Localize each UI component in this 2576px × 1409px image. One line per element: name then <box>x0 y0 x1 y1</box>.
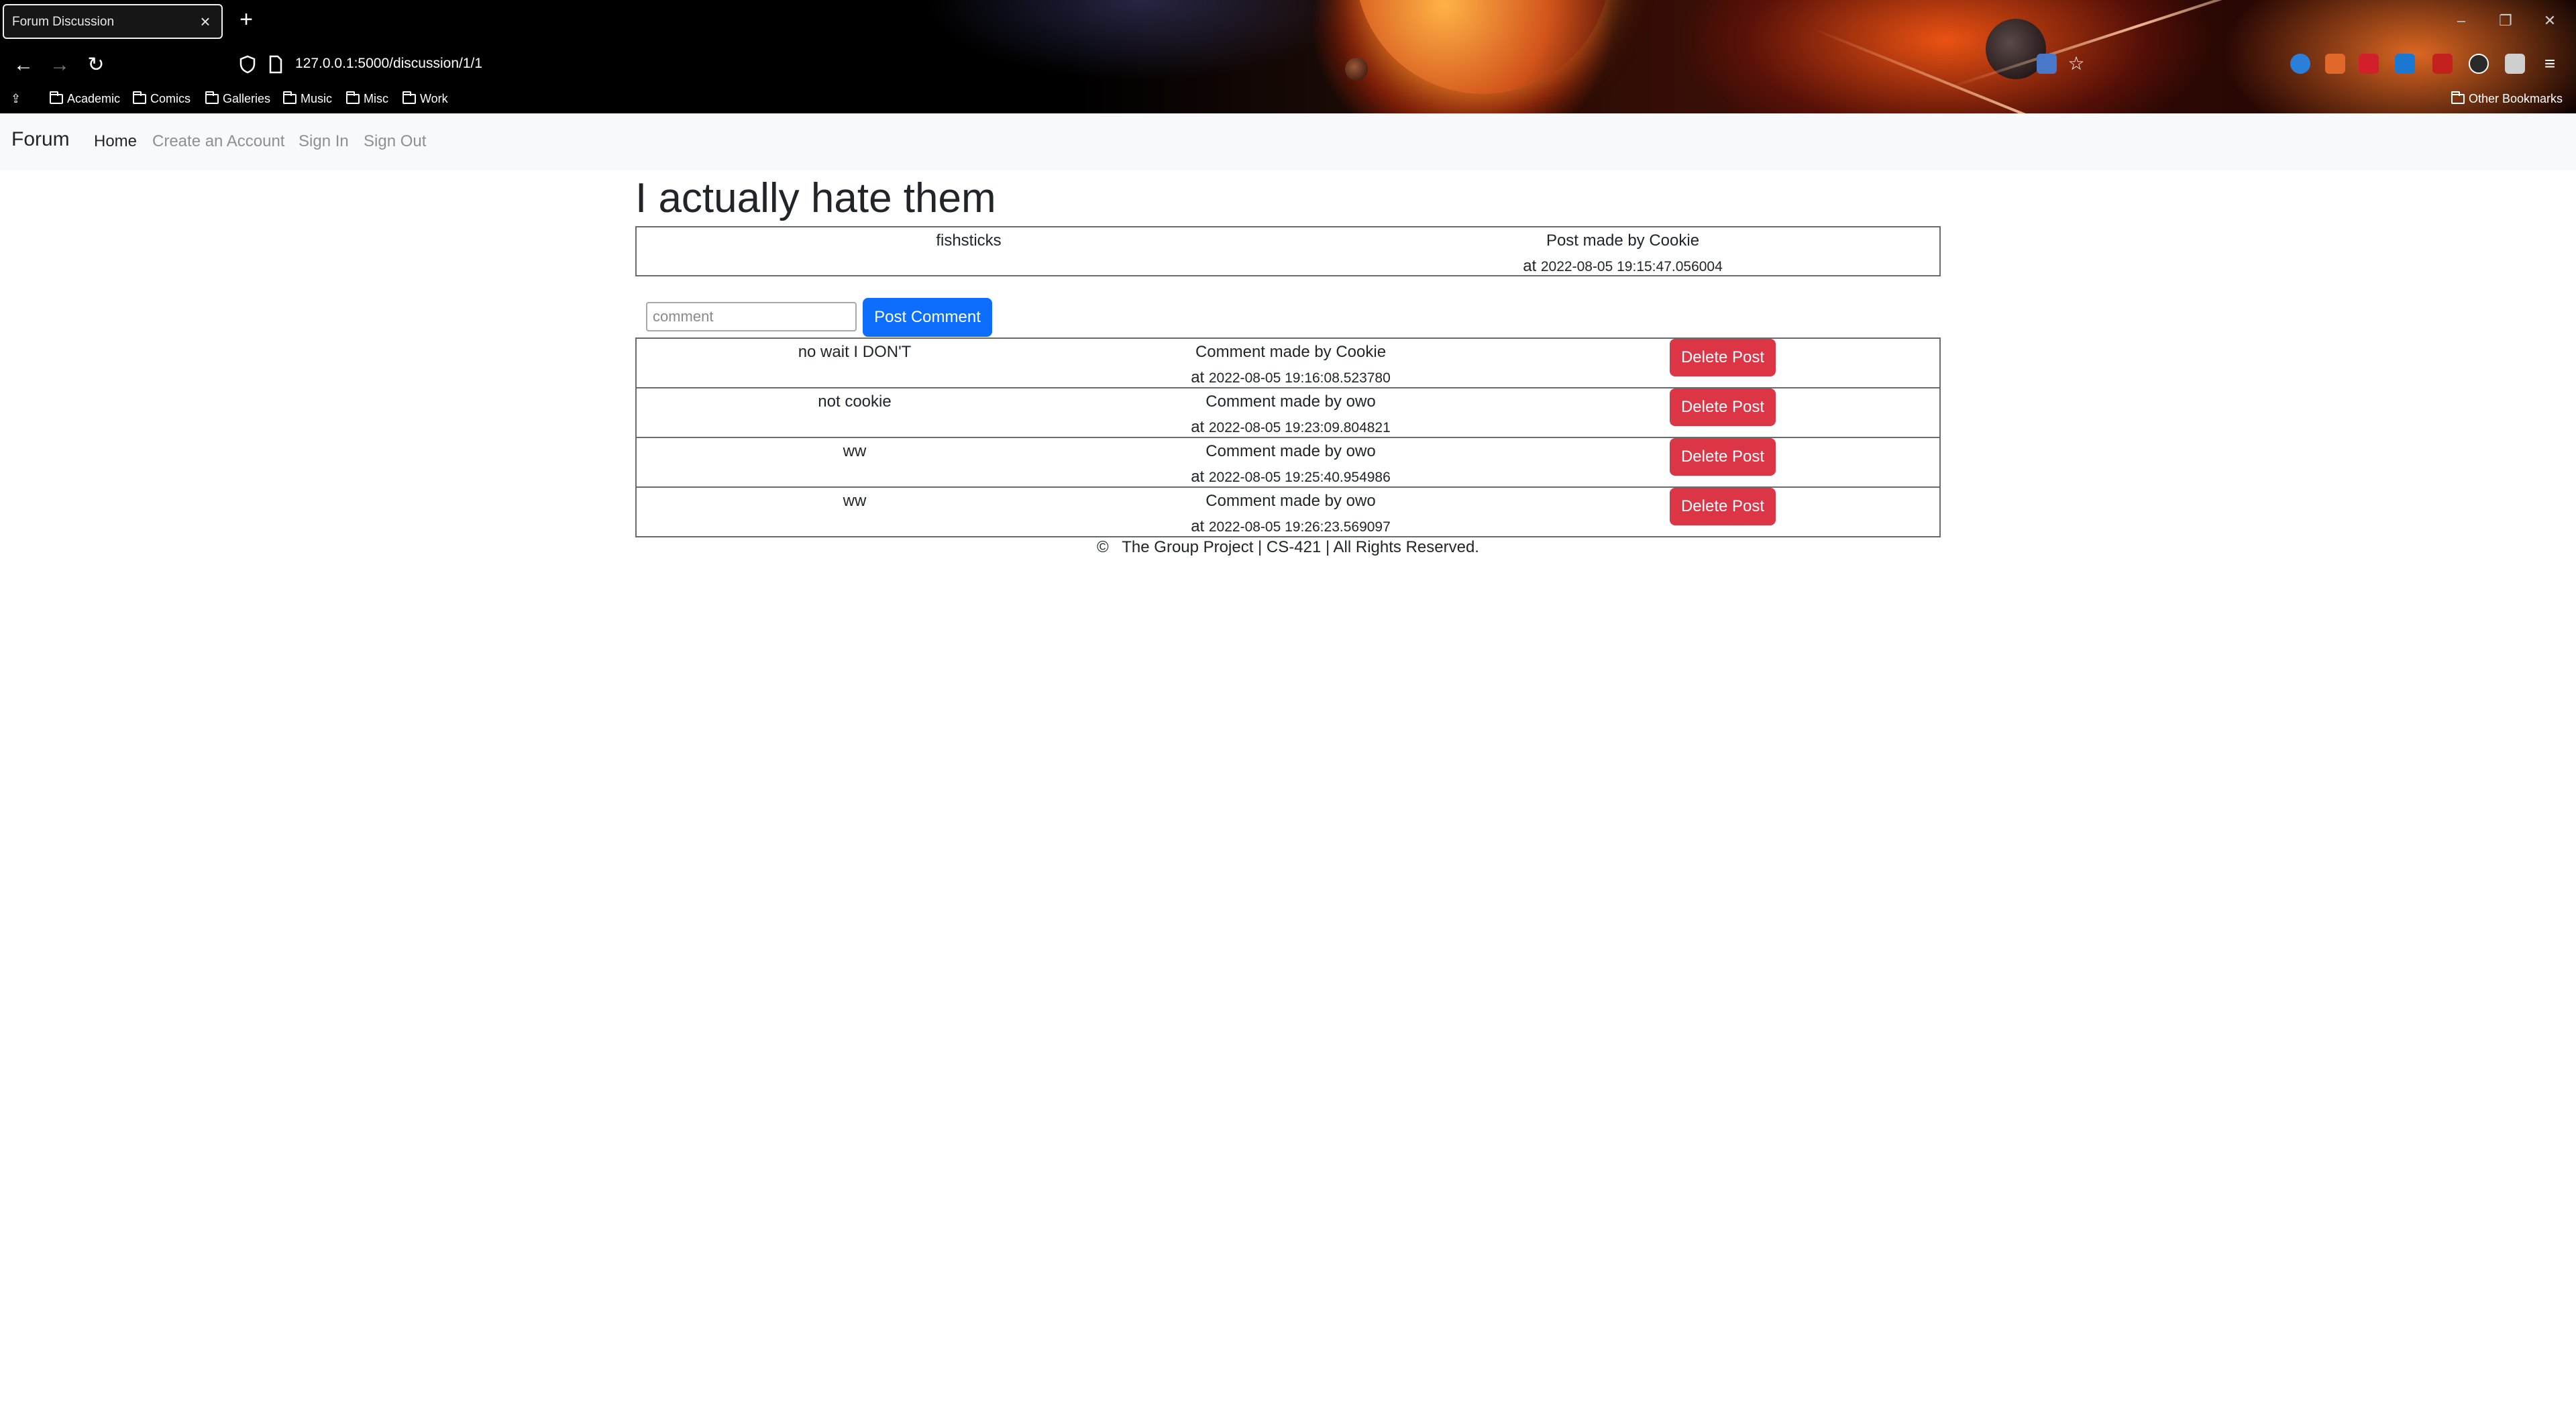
post-author: Post made by Cookie <box>1546 231 1700 250</box>
comment-input[interactable] <box>646 302 857 331</box>
tab-title: Forum Discussion <box>12 15 115 29</box>
comment-meta: Comment made by owo at 2022-08-05 19:25:… <box>1191 442 1391 486</box>
comment-timestamp: 2022-08-05 19:23:09.804821 <box>1208 420 1391 435</box>
extension-icon[interactable] <box>2395 54 2415 74</box>
extension-icon[interactable] <box>2432 54 2453 74</box>
comment-author: Comment made by owo <box>1205 492 1376 510</box>
minimize-window-icon[interactable]: – <box>2451 11 2471 31</box>
nav-link-create-account[interactable]: Create an Account <box>152 132 284 151</box>
comment-meta: Comment made by owo at 2022-08-05 19:26:… <box>1191 492 1391 535</box>
extension-icon[interactable] <box>2325 54 2345 74</box>
close-window-icon[interactable]: ✕ <box>2540 11 2560 31</box>
folder-icon <box>50 91 63 104</box>
nav-link-sign-in[interactable]: Sign In <box>299 132 349 151</box>
folder-icon <box>2451 91 2465 104</box>
comment-author: Comment made by owo <box>1205 442 1376 460</box>
bookmark-star-icon[interactable]: ☆ <box>2066 54 2086 74</box>
comment-meta: Comment made by Cookie at 2022-08-05 19:… <box>1191 343 1391 386</box>
page-info-icon[interactable] <box>268 55 283 74</box>
comment-timestamp: 2022-08-05 19:16:08.523780 <box>1208 370 1391 386</box>
folder-icon <box>283 91 297 104</box>
bookmark-folder-music[interactable]: Music <box>283 89 332 109</box>
tracking-shield-icon[interactable] <box>239 55 256 74</box>
comment-author: Comment made by Cookie <box>1195 343 1387 361</box>
bookmark-folder-comics[interactable]: Comics <box>133 89 191 109</box>
folder-icon <box>402 91 416 104</box>
bookmark-folder-galleries[interactable]: Galleries <box>205 89 270 109</box>
nav-link-sign-out[interactable]: Sign Out <box>364 132 426 151</box>
browser-chrome: Forum Discussion × + – ❐ ✕ ← → ↻ 127.0.0… <box>0 0 2576 113</box>
back-arrow-icon[interactable]: ← <box>12 54 35 76</box>
delete-post-button[interactable]: Delete Post <box>1670 388 1776 426</box>
post-timestamp-line: at 2022-08-05 19:15:47.056004 <box>1523 257 1723 275</box>
new-tab-button[interactable]: + <box>236 8 256 31</box>
address-bar-url[interactable]: 127.0.0.1:5000/discussion/1/1 <box>295 56 482 72</box>
folder-icon <box>346 91 360 104</box>
comment-row: ww Comment made by owo at 2022-08-05 19:… <box>635 437 1941 488</box>
extension-icon[interactable] <box>2359 54 2379 74</box>
navbar-brand[interactable]: Forum <box>11 128 70 151</box>
browser-tab-forum-discussion[interactable]: Forum Discussion × <box>3 4 223 39</box>
comment-row: no wait I DON'T Comment made by Cookie a… <box>635 337 1941 388</box>
comment-row: ww Comment made by owo at 2022-08-05 19:… <box>635 486 1941 537</box>
import-bookmarks-icon[interactable]: ⇪ <box>11 89 21 109</box>
delete-post-button[interactable]: Delete Post <box>1670 438 1776 476</box>
extension-icon[interactable] <box>2290 54 2310 74</box>
post-comment-button[interactable]: Post Comment <box>863 298 992 337</box>
delete-post-button[interactable]: Delete Post <box>1670 339 1776 376</box>
comment-meta: Comment made by owo at 2022-08-05 19:23:… <box>1191 393 1391 436</box>
site-navbar: Forum Home Create an Account Sign In Sig… <box>0 113 2576 170</box>
comment-content: ww <box>843 492 867 510</box>
post-meta: Post made by Cookie at 2022-08-05 19:15:… <box>1301 231 1945 276</box>
page-footer: © The Group Project | CS-421 | All Right… <box>1097 538 1479 556</box>
delete-post-button[interactable]: Delete Post <box>1670 488 1776 525</box>
menu-hamburger-icon[interactable]: ≡ <box>2540 54 2560 74</box>
post-timestamp: 2022-08-05 19:15:47.056004 <box>1540 259 1723 274</box>
reload-icon[interactable]: ↻ <box>85 54 107 76</box>
restore-window-icon[interactable]: ❐ <box>2496 11 2516 31</box>
bookmark-folder-work[interactable]: Work <box>402 89 448 109</box>
comment-row: not cookie Comment made by owo at 2022-0… <box>635 387 1941 438</box>
bookmark-folder-other[interactable]: Other Bookmarks <box>2451 89 2563 109</box>
extension-icon[interactable] <box>2037 54 2057 74</box>
close-tab-icon[interactable]: × <box>196 12 215 31</box>
bookmarks-toolbar: ⇪ Academic Comics Galleries Music Misc W… <box>0 86 2576 111</box>
folder-icon <box>133 91 146 104</box>
comment-content: no wait I DON'T <box>798 343 912 361</box>
comment-author: Comment made by owo <box>1205 393 1376 411</box>
comment-content: not cookie <box>818 393 892 411</box>
nav-link-home[interactable]: Home <box>94 132 137 151</box>
post-title: I actually hate them <box>635 175 996 221</box>
comment-timestamp: 2022-08-05 19:25:40.954986 <box>1208 470 1391 485</box>
comment-timestamp: 2022-08-05 19:26:23.569097 <box>1208 519 1391 535</box>
bookmark-folder-academic[interactable]: Academic <box>50 89 120 109</box>
folder-icon <box>205 91 219 104</box>
bookmark-folder-misc[interactable]: Misc <box>346 89 388 109</box>
theme-planet-decoration <box>1355 0 1610 94</box>
extension-icon[interactable] <box>2505 54 2525 74</box>
account-icon[interactable] <box>2469 54 2489 74</box>
forward-arrow-icon[interactable]: → <box>48 54 71 76</box>
theme-moon-decoration <box>1345 58 1368 81</box>
comment-content: ww <box>843 442 867 460</box>
post-content: fishsticks <box>936 231 1002 250</box>
original-post: fishsticks Post made by Cookie at 2022-0… <box>635 226 1941 276</box>
